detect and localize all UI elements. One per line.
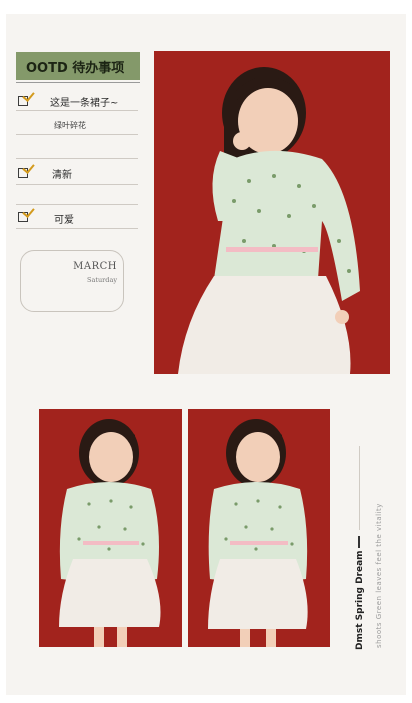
date-card: MARCH Saturday (20, 250, 124, 312)
girl-illustration (39, 409, 182, 647)
photo-bottom-left (39, 409, 182, 647)
ootd-tag: OOTD 待办事项 (16, 52, 140, 83)
checklist-item-3-text: 可爱 (54, 215, 74, 226)
rule-line (16, 134, 138, 135)
date-card-weekday: Saturday (87, 276, 117, 284)
caption-rule-top (359, 446, 360, 530)
photo-bottom-right (188, 409, 330, 647)
girl-illustration (154, 51, 390, 374)
main-photo (154, 51, 390, 374)
checklist-item-2: 清新 (16, 158, 138, 188)
rule-line (16, 158, 138, 159)
tag-underline (16, 82, 140, 83)
side-caption-title: Dmst Spring Dream (355, 550, 365, 650)
rule-line (16, 228, 138, 229)
side-caption-subtitle: shoots Green leaves feel the vitality (375, 503, 383, 648)
date-card-month: MARCH (73, 261, 117, 272)
rule-line (16, 184, 138, 185)
rule-line (16, 204, 138, 205)
girl-illustration (188, 409, 330, 647)
checklist-item-3: 可爱 (16, 204, 138, 234)
caption-dash (358, 536, 360, 548)
ootd-tag-label: OOTD 待办事项 (26, 60, 125, 76)
checklist-item-1-note: 绿叶碎花 (54, 121, 86, 130)
rule-line (16, 110, 138, 111)
checklist-item-1: 这是一条裙子~ 绿叶碎花 (16, 88, 138, 138)
checklist-item-1-text: 这是一条裙子~ (50, 98, 119, 109)
checklist-item-2-text: 清新 (52, 170, 72, 181)
